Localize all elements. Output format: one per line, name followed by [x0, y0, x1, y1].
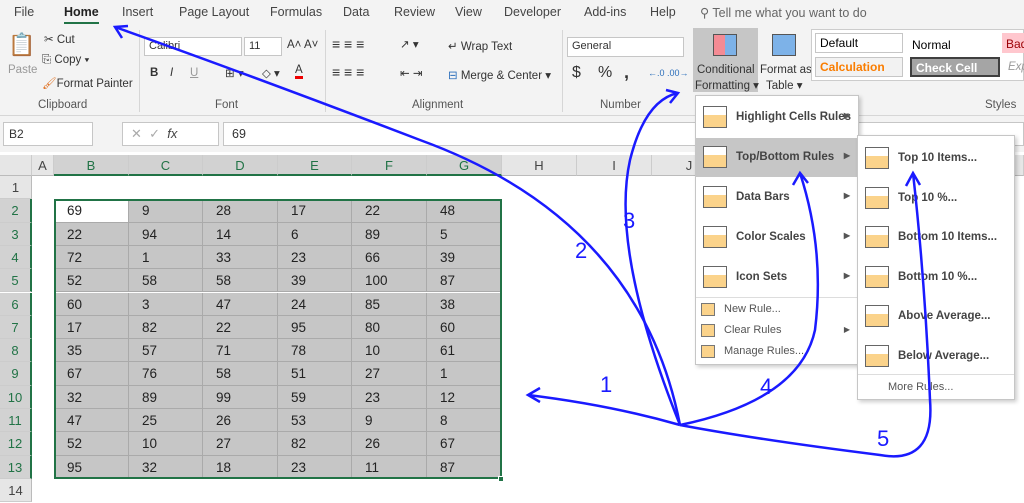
annotation-label-5: 5	[877, 426, 890, 451]
arrow-5	[679, 170, 932, 458]
annotation-label-1: 1	[600, 372, 613, 397]
arrow-4	[679, 170, 820, 427]
annotation-label-4: 4	[760, 374, 773, 399]
annotation-label-3: 3	[623, 208, 636, 233]
annotation-label-2: 2	[575, 238, 588, 263]
annotation-arrows	[112, 24, 932, 458]
arrow-3	[624, 88, 682, 426]
arrow-2	[112, 24, 682, 426]
